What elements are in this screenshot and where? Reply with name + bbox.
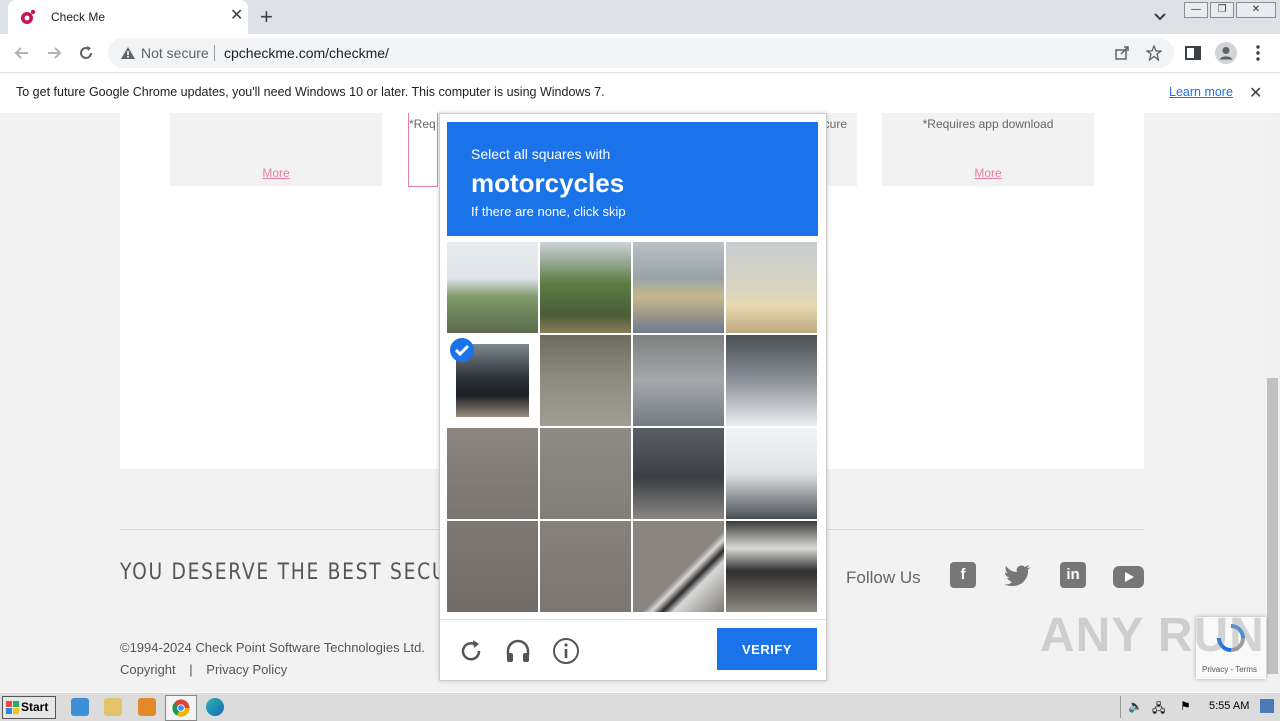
- grid-tile-5[interactable]: [447, 335, 538, 426]
- taskbar-chrome-button[interactable]: [165, 695, 197, 721]
- anyrun-watermark: ANY RUN: [1040, 609, 1265, 662]
- side-panel-icon[interactable]: [1184, 44, 1202, 62]
- volume-icon[interactable]: 🔈: [1128, 699, 1143, 713]
- copyright-text: ©1994-2024 Check Point Software Technolo…: [120, 640, 425, 655]
- card-more-link[interactable]: More: [882, 166, 1094, 180]
- card-requirement: *Req: [409, 117, 436, 131]
- product-card-4: *Requires app download More: [882, 113, 1094, 186]
- taskbar-clock[interactable]: 5:55 AM: [1209, 700, 1249, 712]
- challenge-hint: If there are none, click skip: [471, 204, 626, 219]
- tray-separator: [1120, 696, 1121, 718]
- product-card-2: *Req: [408, 113, 438, 187]
- tab-strip: Check Me ✕ + — ❐ ✕: [0, 0, 1280, 34]
- url-separator: [214, 45, 215, 61]
- tab-close-icon[interactable]: ✕: [230, 8, 243, 24]
- url-text[interactable]: cpcheckme.com/checkme/: [224, 45, 389, 61]
- facebook-icon[interactable]: f: [950, 562, 976, 588]
- grid-tile-8[interactable]: [726, 335, 817, 426]
- reload-icon[interactable]: [76, 43, 96, 63]
- recaptcha-challenge: Select all squares with motorcycles If t…: [439, 113, 827, 681]
- file-explorer-icon[interactable]: [104, 698, 122, 716]
- grid-tile-14[interactable]: [540, 521, 631, 612]
- grid-tile-13[interactable]: [447, 521, 538, 612]
- card-requirement: *Requires app download: [922, 117, 1054, 131]
- selected-check-icon: [450, 338, 474, 362]
- grid-tile-6[interactable]: [540, 335, 631, 426]
- close-window-button[interactable]: ✕: [1236, 2, 1276, 18]
- info-icon[interactable]: [552, 637, 580, 665]
- restore-button[interactable]: ❐: [1210, 2, 1234, 18]
- challenge-header: Select all squares with motorcycles If t…: [447, 122, 818, 236]
- tab-title: Check Me: [51, 10, 106, 24]
- address-bar[interactable]: Not secure cpcheckme.com/checkme/: [108, 38, 1174, 68]
- start-label: Start: [21, 700, 49, 714]
- youtube-icon[interactable]: [1113, 566, 1144, 588]
- privacy-terms-links[interactable]: Privacy - Terms: [1202, 665, 1257, 674]
- reload-challenge-icon[interactable]: [457, 637, 485, 665]
- copyright-link[interactable]: Copyright: [120, 662, 176, 677]
- kebab-menu-icon[interactable]: [1249, 44, 1267, 62]
- footer-links: Copyright | Privacy Policy: [120, 662, 287, 677]
- verify-button[interactable]: VERIFY: [717, 628, 817, 670]
- profile-avatar-icon[interactable]: [1215, 42, 1237, 64]
- scrollbar-thumb[interactable]: [1267, 378, 1278, 674]
- grid-tile-7[interactable]: [633, 335, 724, 426]
- windows-logo-icon: [6, 701, 19, 714]
- show-desktop-icon[interactable]: [1260, 699, 1274, 713]
- link-separator: |: [189, 662, 193, 677]
- not-secure-label[interactable]: Not secure: [141, 45, 209, 61]
- forward-arrow-icon[interactable]: [44, 43, 64, 63]
- twitter-icon[interactable]: [1004, 564, 1032, 586]
- grid-tile-3[interactable]: [633, 242, 724, 333]
- infobar-message: To get future Google Chrome updates, you…: [16, 85, 605, 99]
- browser-toolbar: Not secure cpcheckme.com/checkme/: [0, 34, 1280, 72]
- warning-triangle-icon[interactable]: [120, 46, 136, 60]
- back-arrow-icon[interactable]: [12, 43, 32, 63]
- grid-tile-2[interactable]: [540, 242, 631, 333]
- new-tab-icon[interactable]: +: [260, 6, 273, 28]
- bookmark-star-icon[interactable]: [1146, 45, 1162, 61]
- windows-taskbar: Start 🔈 🖧 ⚑ 5:55 AM: [0, 692, 1280, 721]
- edge-icon[interactable]: [206, 698, 224, 716]
- footer-slogan: YOU DESERVE THE BEST SECUR: [120, 560, 462, 585]
- infobar-close-icon[interactable]: ✕: [1249, 83, 1262, 103]
- learn-more-link[interactable]: Learn more: [1169, 85, 1233, 99]
- audio-challenge-icon[interactable]: [504, 637, 532, 665]
- grid-tile-12[interactable]: [726, 428, 817, 519]
- minimize-button[interactable]: —: [1184, 2, 1208, 18]
- challenge-keyword: motorcycles: [471, 168, 625, 198]
- network-icon[interactable]: 🖧: [1152, 699, 1165, 720]
- challenge-footer-divider: [440, 619, 826, 620]
- update-infobar: To get future Google Chrome updates, you…: [0, 72, 1280, 114]
- linkedin-icon[interactable]: in: [1060, 562, 1086, 588]
- internet-explorer-icon[interactable]: [71, 698, 89, 716]
- grid-tile-11[interactable]: [633, 428, 724, 519]
- grid-tile-4[interactable]: [726, 242, 817, 333]
- share-icon[interactable]: [1114, 45, 1130, 61]
- browser-tab[interactable]: Check Me ✕: [8, 0, 248, 34]
- card-requirement: cure: [823, 117, 847, 131]
- challenge-instruction: Select all squares with: [471, 146, 611, 162]
- grid-tile-16[interactable]: [726, 521, 817, 612]
- action-center-flag-icon[interactable]: ⚑: [1180, 699, 1191, 713]
- grid-tile-9[interactable]: [447, 428, 538, 519]
- chrome-icon: [172, 699, 190, 717]
- product-card-1: More: [170, 113, 382, 186]
- grid-tile-10[interactable]: [540, 428, 631, 519]
- grid-tile-1[interactable]: [447, 242, 538, 333]
- card-more-link[interactable]: More: [170, 166, 382, 180]
- tab-search-chevron-icon[interactable]: [1152, 8, 1168, 24]
- media-player-icon[interactable]: [138, 698, 156, 716]
- grid-tile-15[interactable]: [633, 521, 724, 612]
- follow-us-label: Follow Us: [846, 568, 921, 587]
- start-button[interactable]: Start: [2, 696, 56, 719]
- privacy-policy-link[interactable]: Privacy Policy: [206, 662, 287, 677]
- checkme-favicon-icon: [21, 9, 36, 24]
- image-grid: [447, 242, 818, 613]
